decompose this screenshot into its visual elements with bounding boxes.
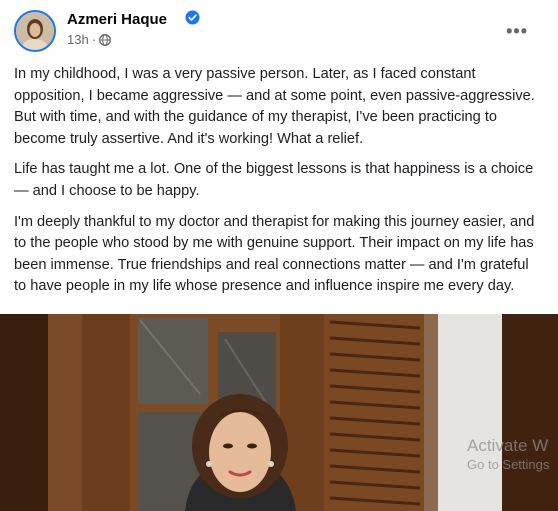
- meta-separator: ·: [91, 32, 97, 47]
- post-header: Azmeri Haque 13h · •••: [14, 10, 544, 56]
- post-meta: 13h ·: [67, 32, 111, 47]
- globe-icon[interactable]: [99, 34, 111, 46]
- verified-badge-icon: [185, 10, 200, 25]
- post-paragraph: In my childhood, I was a very passive pe…: [14, 66, 535, 147]
- watermark-title: Activate W: [467, 436, 549, 455]
- post-paragraph: I'm deeply thankful to my doctor and the…: [14, 213, 535, 295]
- post-time[interactable]: 13h: [67, 32, 89, 47]
- activate-windows-watermark: Activate W Go to Settings: [467, 436, 549, 474]
- author-avatar[interactable]: [14, 10, 56, 52]
- watermark-subtitle: Go to Settings: [467, 457, 550, 472]
- author-name[interactable]: Azmeri Haque: [67, 11, 167, 28]
- post-paragraph: Life has taught me a lot. One of the big…: [14, 161, 534, 199]
- post-text: In my childhood, I was a very passive pe…: [14, 64, 538, 307]
- post-photo[interactable]: [0, 314, 558, 511]
- facebook-post: Azmeri Haque 13h · ••• In my childhood, I…: [0, 0, 558, 511]
- more-options-icon[interactable]: •••: [506, 22, 528, 40]
